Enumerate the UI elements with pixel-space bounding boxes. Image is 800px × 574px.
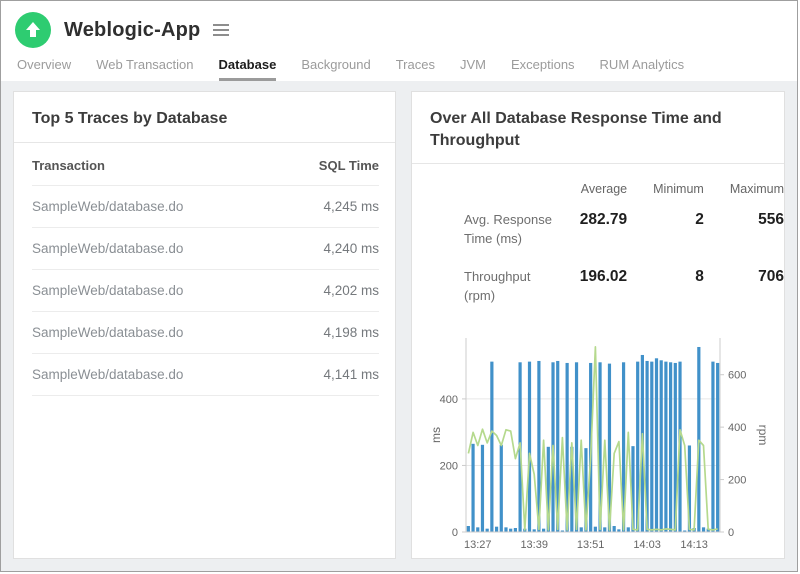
transaction-name[interactable]: SampleWeb/database.do xyxy=(32,353,280,395)
column-header-transaction: Transaction xyxy=(32,143,280,186)
svg-text:rpm: rpm xyxy=(756,424,766,445)
tab-traces[interactable]: Traces xyxy=(396,57,435,81)
sql-time-value: 4,198 ms xyxy=(280,311,379,353)
svg-text:13:39: 13:39 xyxy=(520,539,548,551)
response-throughput-chart[interactable]: 0 200 400 0 200 400 600 13:27 13:39 13:51 14:03 14:… xyxy=(412,320,784,559)
svg-text:14:03: 14:03 xyxy=(633,539,661,551)
app-window: Weblogic-App Overview Web Transaction Data… xyxy=(0,0,798,572)
tab-jvm[interactable]: JVM xyxy=(460,57,486,81)
traces-panel: Top 5 Traces by Database Transaction SQL… xyxy=(13,91,396,559)
stats-header-maximum: Maximum xyxy=(704,178,784,206)
tab-bar: Overview Web Transaction Database Backgroun… xyxy=(1,53,797,81)
stat-minimum: 2 xyxy=(627,206,704,263)
stat-maximum: 556 xyxy=(704,206,784,263)
transaction-name[interactable]: SampleWeb/database.do xyxy=(32,269,280,311)
transaction-name[interactable]: SampleWeb/database.do xyxy=(32,311,280,353)
stat-minimum: 8 xyxy=(627,263,704,320)
column-header-sql-time: SQL Time xyxy=(280,143,379,186)
stats-row: Throughput (rpm)196.028706 xyxy=(464,263,784,320)
svg-text:200: 200 xyxy=(728,474,746,486)
table-row[interactable]: SampleWeb/database.do4,240 ms xyxy=(32,227,379,269)
sql-time-value: 4,141 ms xyxy=(280,353,379,395)
stat-maximum: 706 xyxy=(704,263,784,320)
svg-text:0: 0 xyxy=(728,527,734,539)
transaction-name[interactable]: SampleWeb/database.do xyxy=(32,185,280,227)
tab-rum-analytics[interactable]: RUM Analytics xyxy=(600,57,685,81)
stats-row-label: Avg. Response Time (ms) xyxy=(464,206,554,263)
table-row[interactable]: SampleWeb/database.do4,198 ms xyxy=(32,311,379,353)
table-row[interactable]: SampleWeb/database.do4,141 ms xyxy=(32,353,379,395)
svg-text:0: 0 xyxy=(452,527,458,539)
tab-web-transaction[interactable]: Web Transaction xyxy=(96,57,193,81)
app-header: Weblogic-App xyxy=(1,1,797,53)
svg-text:14:13: 14:13 xyxy=(680,539,708,551)
stats-header-average: Average xyxy=(554,178,627,206)
stats-row: Avg. Response Time (ms)282.792556 xyxy=(464,206,784,263)
svg-text:13:27: 13:27 xyxy=(464,539,492,551)
traces-table: Transaction SQL Time SampleWeb/database.… xyxy=(32,143,379,396)
svg-text:200: 200 xyxy=(440,460,458,472)
svg-text:400: 400 xyxy=(728,422,746,434)
table-row[interactable]: SampleWeb/database.do4,202 ms xyxy=(32,269,379,311)
app-title: Weblogic-App xyxy=(64,19,200,42)
svg-text:ms: ms xyxy=(429,427,443,443)
hamburger-icon[interactable] xyxy=(210,21,232,39)
sql-time-value: 4,245 ms xyxy=(280,185,379,227)
svg-text:600: 600 xyxy=(728,369,746,381)
svg-text:400: 400 xyxy=(440,393,458,405)
traces-panel-title: Top 5 Traces by Database xyxy=(14,92,395,142)
tab-exceptions[interactable]: Exceptions xyxy=(511,57,575,81)
tab-overview[interactable]: Overview xyxy=(17,57,71,81)
transaction-name[interactable]: SampleWeb/database.do xyxy=(32,227,280,269)
sql-time-value: 4,240 ms xyxy=(280,227,379,269)
svg-text:13:51: 13:51 xyxy=(577,539,605,551)
sql-time-value: 4,202 ms xyxy=(280,269,379,311)
stats-summary: Average Minimum Maximum Avg. Response Ti… xyxy=(412,164,784,319)
tab-background[interactable]: Background xyxy=(301,57,370,81)
overall-panel: Over All Database Response Time and Thro… xyxy=(411,91,785,559)
overall-panel-title: Over All Database Response Time and Thro… xyxy=(412,92,784,163)
stats-table: Average Minimum Maximum Avg. Response Ti… xyxy=(464,178,784,319)
stat-average: 196.02 xyxy=(554,263,627,320)
dashboard-content: Top 5 Traces by Database Transaction SQL… xyxy=(1,81,797,571)
stats-header-minimum: Minimum xyxy=(627,178,704,206)
tab-database[interactable]: Database xyxy=(219,57,277,81)
stats-row-label: Throughput (rpm) xyxy=(464,263,554,320)
table-row[interactable]: SampleWeb/database.do4,245 ms xyxy=(32,185,379,227)
stat-average: 282.79 xyxy=(554,206,627,263)
arrow-up-icon xyxy=(15,12,51,48)
